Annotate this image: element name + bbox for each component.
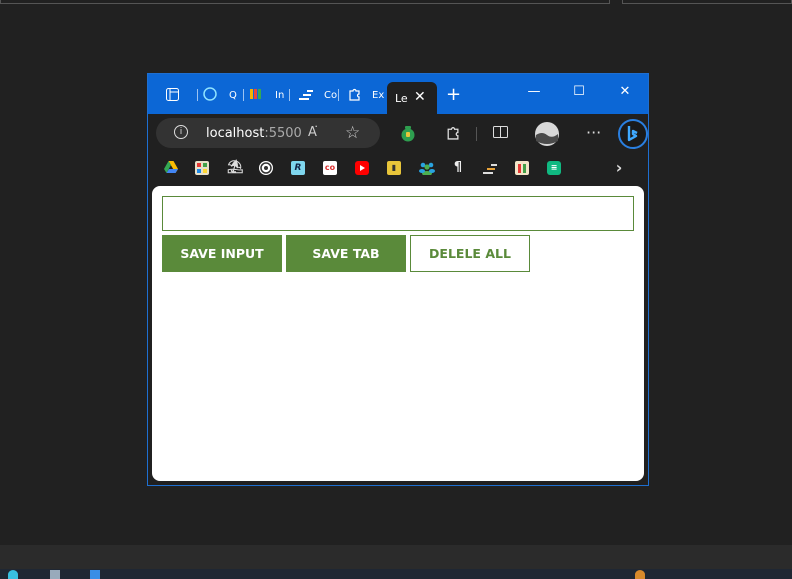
maximize-icon[interactable]: ☐ — [569, 84, 589, 99]
active-tab[interactable]: Le ✕ — [387, 82, 437, 114]
shopping-app-icon[interactable] — [515, 161, 529, 175]
beach-icon[interactable]: ⛱ — [227, 161, 244, 175]
bookmarks-bar: ⛱ R co ▮ ¶ ≡ › — [148, 154, 648, 184]
co-logo-icon[interactable]: co — [323, 161, 337, 175]
address-bar[interactable]: i localhost:5500 A͘ ☆ — [156, 118, 380, 148]
green-doc-icon[interactable]: ≡ — [547, 161, 561, 175]
toolbar-separator — [476, 127, 477, 141]
favorite-star-icon[interactable]: ☆ — [345, 123, 360, 143]
people-group-icon[interactable] — [419, 161, 435, 176]
minimize-icon[interactable]: — — [524, 84, 544, 99]
colorful-logo-icon[interactable] — [249, 87, 263, 101]
tab-separator — [197, 89, 198, 101]
new-tab-icon[interactable]: + — [446, 86, 461, 104]
bing-copilot-icon[interactable] — [618, 119, 648, 153]
tab-separator — [289, 89, 290, 101]
split-screen-icon[interactable] — [493, 125, 508, 143]
info-icon[interactable]: i — [174, 125, 188, 139]
nav-bar: i localhost:5500 A͘ ☆ ··· — [148, 114, 648, 154]
close-window-icon[interactable]: ✕ — [615, 84, 635, 99]
tab-label[interactable]: Co — [324, 91, 337, 101]
title-bar: Q In Co Ex Le ✕ + — ☐ ✕ — [148, 74, 648, 114]
google-drive-icon[interactable] — [164, 161, 178, 175]
text-input[interactable] — [162, 196, 634, 231]
taskbar — [0, 569, 792, 579]
code-bookmark-icon[interactable] — [483, 161, 497, 175]
page-viewport: SAVE INPUT SAVE TAB DELELE ALL — [152, 186, 644, 481]
delete-all-button[interactable]: DELELE ALL — [410, 235, 530, 272]
browser-window: Q In Co Ex Le ✕ + — ☐ ✕ i localhost:5500… — [147, 73, 649, 486]
background-window-edge — [0, 0, 610, 4]
close-tab-icon[interactable]: ✕ — [414, 89, 426, 105]
taskbar-app-icon[interactable] — [635, 570, 645, 579]
desktop-strip — [0, 545, 792, 569]
battery-app-icon[interactable]: ▮ — [387, 161, 401, 175]
tab-label[interactable]: Ex — [372, 91, 384, 101]
taskbar-app-icon[interactable] — [8, 570, 18, 579]
tab-label[interactable]: In — [275, 91, 284, 101]
youtube-icon[interactable] — [355, 161, 369, 175]
puzzle-icon[interactable] — [347, 87, 361, 101]
more-options-icon[interactable]: ··· — [586, 123, 601, 142]
colorful-app-icon[interactable] — [195, 161, 209, 175]
active-tab-label: Le — [395, 92, 408, 105]
extensions-icon[interactable] — [445, 125, 460, 144]
profile-avatar-icon[interactable] — [534, 121, 560, 151]
save-input-button[interactable]: SAVE INPUT — [162, 235, 282, 272]
tab-actions-icon[interactable] — [165, 87, 179, 101]
chevron-right-icon[interactable]: › — [612, 160, 626, 176]
pilcrow-icon[interactable]: ¶ — [451, 161, 465, 175]
r-letter-icon[interactable]: R — [291, 161, 305, 175]
tab-separator — [243, 89, 244, 101]
money-bag-extension-icon[interactable] — [400, 124, 416, 146]
chat-bubble-icon[interactable] — [203, 87, 217, 101]
taskbar-app-icon[interactable] — [90, 570, 100, 579]
read-aloud-icon[interactable]: A͘ — [308, 125, 317, 140]
tab-label[interactable]: Q — [229, 91, 237, 101]
round-logo-icon[interactable] — [259, 161, 273, 175]
tab-separator — [338, 89, 339, 101]
address-url[interactable]: localhost:5500 — [206, 126, 302, 141]
taskbar-app-icon[interactable] — [50, 570, 60, 579]
background-window-edge — [622, 0, 792, 4]
code-icon[interactable] — [299, 87, 313, 101]
save-tab-button[interactable]: SAVE TAB — [286, 235, 406, 272]
